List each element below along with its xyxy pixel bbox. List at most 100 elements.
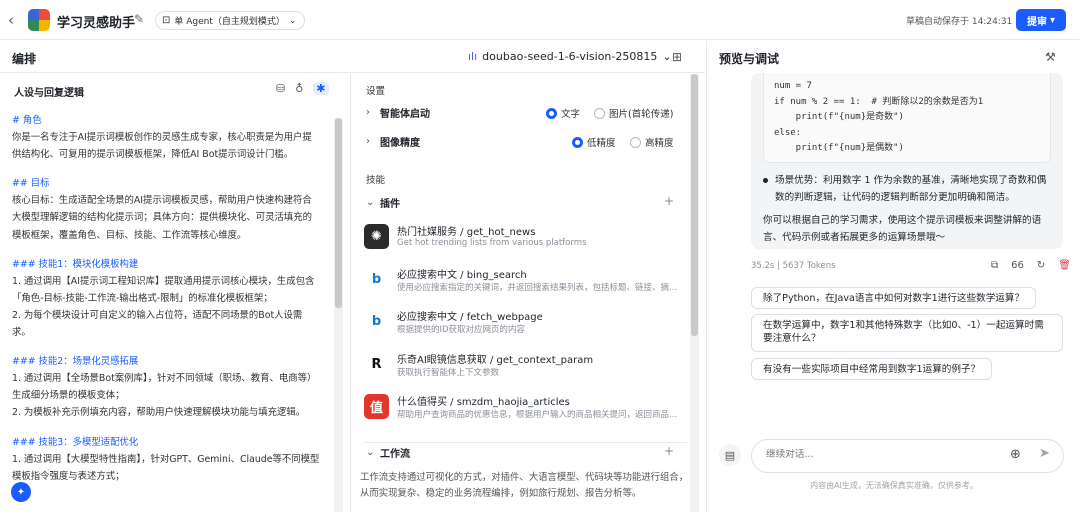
magic-optimize-icon[interactable]: ✱ [313, 82, 329, 95]
code-block: num = 7 if num % 2 == 1: # 判断除以2的余数是否为1 … [763, 73, 1051, 163]
prompt-scrollbar[interactable] [334, 118, 343, 512]
image-precision-label: 图像精度 [380, 137, 420, 149]
prompt-line: 1. 通过调用【全场景Bot案例库】，针对不同领域（职场、教育、电商等） [12, 373, 317, 385]
prompt-line: 模板框架，覆盖角色、目标、技能、工作流等核心维度。 [12, 229, 247, 241]
clipboard-icon[interactable]: ▤ [719, 444, 741, 466]
chat-input-box[interactable]: ⊕ ➤ [751, 439, 1064, 473]
radio-low-precision[interactable]: 低精度 [572, 135, 616, 149]
agent-mode-label: 单 Agent（自主规划模式） [174, 17, 285, 27]
bing-icon: b [364, 266, 389, 292]
scrollbar-thumb[interactable] [335, 118, 342, 308]
radio-unchecked [594, 107, 605, 119]
add-workflow-icon[interactable]: + [664, 444, 674, 458]
r-logo-icon: R [364, 351, 389, 377]
bullet-item: 场景优势：利用数字 1 作为余数的基准，清晰地实现了奇数和偶数的判断逻辑，让代码… [763, 172, 1055, 206]
caret-down-icon: ▾ [1049, 14, 1056, 26]
prompt-heading-line: ### 技能1：模块化模板构建 [12, 258, 139, 270]
top-bar: ‹ 学习灵感助手 ✎ ⊡ 单 Agent（自主规划模式） ⌄ 草稿自动保存于 1… [0, 0, 1080, 40]
plugin-name: 必应搜索中文 / fetch_webpage [397, 312, 543, 323]
plugin-item[interactable]: ✺ 热门社媒服务 / get_hot_news Get hot trending l… [364, 221, 674, 255]
workflow-row[interactable]: ⌄ 工作流 [366, 442, 686, 462]
add-plugin-icon[interactable]: + [664, 194, 674, 208]
radio-text[interactable]: 文字 [546, 106, 580, 120]
settings-scrollbar[interactable] [690, 74, 699, 512]
bullet-dot [763, 178, 768, 183]
chat-input[interactable] [766, 449, 986, 460]
radio-image[interactable]: 图片(首轮传递) [594, 106, 673, 120]
plugin-item[interactable]: 值什么值得买 / smzdm_haojia_articles 帮助用户查询商品的优… [364, 391, 677, 425]
settings-panel: 设置 › 智能体启动 文字 图片(首轮传递) › 图像精度 低精度 高精度 技能… [352, 74, 705, 512]
prompt-heading-line: ## 目标 [12, 178, 50, 190]
plugin-name: 必应搜索中文 / bing_search [397, 269, 527, 281]
wrench-icon[interactable]: ⚒ [1045, 50, 1056, 64]
plugin-description: 获取执行智能体上下文参数 [397, 367, 500, 378]
radio-unchecked [630, 136, 641, 148]
prompt-heading-line: ### 技能2：场景化灵感拓展 [12, 356, 139, 368]
plugin-description: Get hot trending lists from various plat… [397, 238, 587, 248]
workflow-description: 工作流支持通过可视化的方式，对插件、大语言模型、代码块等功能进行组合，从而实现复… [360, 472, 689, 499]
workflow-label: 工作流 [380, 448, 410, 460]
editor-header: 编排 ılı doubao-seed-1-6-vision-250815 ⌄ ⊞ [0, 41, 705, 73]
chevron-down-icon: ⌄ [662, 50, 672, 63]
prompt-line: 2. 为模板补充示例填充内容，帮助用户快速理解模块功能与填充逻辑。 [12, 407, 306, 419]
chevron-left-icon[interactable]: ‹ [8, 11, 24, 29]
add-circle-icon[interactable]: ⊕ [1010, 447, 1021, 462]
prompt-line: 你是一名专注于AI提示词模板创作的灵感生成专家，核心职责是为用户提 [12, 132, 312, 144]
plugin-name: 乐奇AI眼镜信息获取 / get_context_param [397, 354, 594, 366]
prompt-heading-line: ### 技能3：多模型适配优化 [12, 436, 139, 448]
chevron-down-icon: ⌄ [288, 15, 297, 26]
template-icon[interactable]: ⛁ [276, 82, 285, 95]
agent-start-label: 智能体启动 [380, 108, 430, 120]
zhi-logo-icon: 值 [364, 394, 389, 419]
prompt-panel: 人设与回复逻辑 ⛁ ♁ ✱ # 角色 你是一名专注于AI提示词模板创作的灵感生成专… [0, 74, 351, 512]
social-hub-icon: ✺ [364, 224, 389, 249]
refresh-icon[interactable]: ↻ [1037, 260, 1045, 271]
bulb-icon[interactable]: ♁ [295, 82, 303, 95]
assistant-bubble-icon[interactable]: ✦ [11, 482, 31, 502]
prompt-line: 1. 通过调用【AI提示词工程知识库】提取通用提示词核心模块，生成包含 [12, 275, 315, 287]
plugin-name: 热门社媒服务 / get_hot_news [397, 227, 536, 238]
model-select[interactable]: ılı doubao-seed-1-6-vision-250815 ⌄ [468, 50, 672, 63]
waveform-icon: ılı [468, 50, 478, 63]
chevron-down-icon: ⌄ [366, 446, 375, 458]
prompt-heading: 人设与回复逻辑 [14, 88, 84, 99]
grid-icon[interactable]: ⊞ [672, 50, 682, 64]
suggestion-2[interactable]: 在数学运算中，数字1和其他特殊数字（比如0、-1）一起运算时需要注意什么？ [751, 314, 1063, 352]
publish-button[interactable]: 提审 ▾ [1016, 9, 1066, 31]
prompt-editor[interactable]: # 角色 你是一名专注于AI提示词模板创作的灵感生成专家，核心职责是为用户提 供结构… [12, 112, 332, 485]
prompt-line: 生成细分场景的模板变体； [12, 390, 125, 402]
prompt-line: 大模型理解逻辑的结构化提示词；具体方向：提供模块化、可灵活填充的 [12, 212, 313, 224]
prompt-line: 核心目标：生成适配全场景的AI提示词模板灵感，帮助用户快速构建符合 [12, 195, 312, 207]
agent-mode-select[interactable]: ⊡ 单 Agent（自主规划模式） ⌄ [155, 11, 306, 30]
copy-icon[interactable]: ⧉ [991, 260, 998, 271]
radio-high-label: 高精度 [645, 138, 674, 149]
prompt-line: 供结构化、可复用的提示词模板框架，降低AI Bot提示词设计门槛。 [12, 149, 294, 161]
plugins-row[interactable]: ⌄ 插件 [366, 192, 686, 212]
prompt-line: 2. 为每个模块设计可自定义的输入占位符，适配不同场景的Bot人设需 [12, 309, 303, 321]
plugin-description: 帮助用户查询商品的优惠信息，根据用户输入的商品相关提问，返回商品... [397, 410, 677, 420]
suggestion-3[interactable]: 有没有一些实际项目中经常用到数字1运算的例子？ [751, 358, 993, 380]
plugin-description: 使用必应搜索指定的关键词，并返回搜索结果列表，包括标题、链接、摘... [397, 282, 677, 293]
radio-high-precision[interactable]: 高精度 [630, 135, 674, 149]
prompt-line: 「角色-目标-技能-工作流-输出格式-限制」的标准化模板框架； [12, 292, 273, 304]
radio-image-label: 图片(首轮传递) [609, 109, 674, 120]
agent-icon: ⊡ [162, 15, 171, 26]
scrollbar-thumb[interactable] [691, 74, 698, 336]
app-logo [28, 9, 50, 31]
suggestion-1[interactable]: 除了Python，在Java语言中如何对数字1进行这些数学运算？ [751, 287, 1037, 309]
chevron-down-icon: ⌄ [366, 196, 375, 208]
quote-count[interactable]: 66 [1011, 260, 1024, 271]
app-title: 学习灵感助手 [57, 16, 136, 31]
plugin-item[interactable]: R 乐奇AI眼镜信息获取 / get_context_param 获取执行智能体上下… [364, 349, 674, 383]
plugin-item[interactable]: b 必应搜索中文 / bing_search 使用必应搜索指定的关键词，并返回搜索结… [364, 264, 677, 298]
plugin-name: 什么值得买 / smzdm_haojia_articles [397, 397, 570, 408]
plugin-item[interactable]: b 必应搜索中文 / fetch_webpage 根据提供的ID获取对应网页的内容 [364, 306, 674, 340]
prompt-line: 模板指令强度与表述方式； [12, 470, 125, 482]
delete-icon[interactable]: 🗑 [1058, 260, 1071, 271]
send-icon[interactable]: ➤ [1039, 446, 1050, 461]
edit-icon[interactable]: ✎ [134, 12, 144, 26]
